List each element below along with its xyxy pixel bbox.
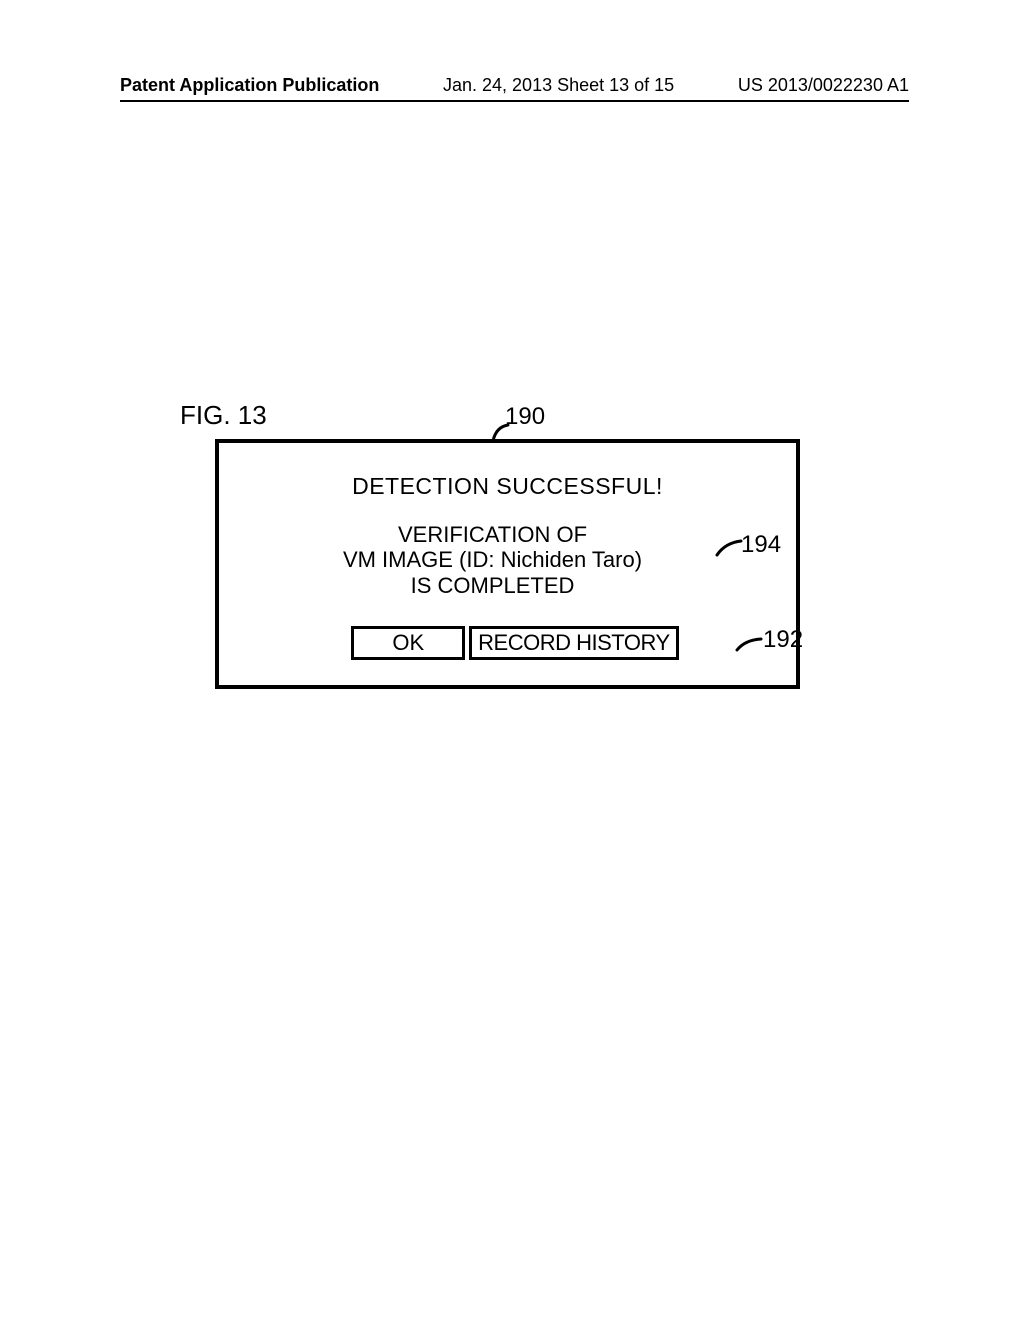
record-history-button[interactable]: RECORD HISTORY [469, 626, 678, 660]
dialog-msg-line2: VM IMAGE (ID: Nichiden Taro) [343, 547, 642, 572]
ok-button[interactable]: OK [351, 626, 465, 660]
page-header: Patent Application Publication Jan. 24, … [120, 75, 909, 96]
callout-192: 192 [763, 626, 803, 654]
dialog-wrap: 190 DETECTION SUCCESSFUL! VERIFICATION O… [215, 439, 875, 689]
callout-194: 194 [741, 531, 781, 559]
header-date-sheet: Jan. 24, 2013 Sheet 13 of 15 [443, 75, 674, 96]
dialog-msg-line1: VERIFICATION OF [398, 522, 587, 547]
header-rule [120, 100, 909, 102]
header-publication-type: Patent Application Publication [120, 75, 379, 96]
dialog-button-row: OK RECORD HISTORY [239, 626, 776, 660]
verification-dialog: DETECTION SUCCESSFUL! VERIFICATION OF VM… [215, 439, 800, 689]
callout-190: 190 [505, 403, 545, 431]
figure-13: FIG. 13 190 DETECTION SUCCESSFUL! VERIFI… [175, 400, 875, 689]
dialog-title: DETECTION SUCCESSFUL! [239, 473, 776, 500]
header-publication-number: US 2013/0022230 A1 [738, 75, 909, 96]
dialog-message: VERIFICATION OF VM IMAGE (ID: Nichiden T… [209, 522, 776, 598]
leader-line-192 [735, 637, 765, 652]
dialog-msg-line3: IS COMPLETED [411, 573, 575, 598]
